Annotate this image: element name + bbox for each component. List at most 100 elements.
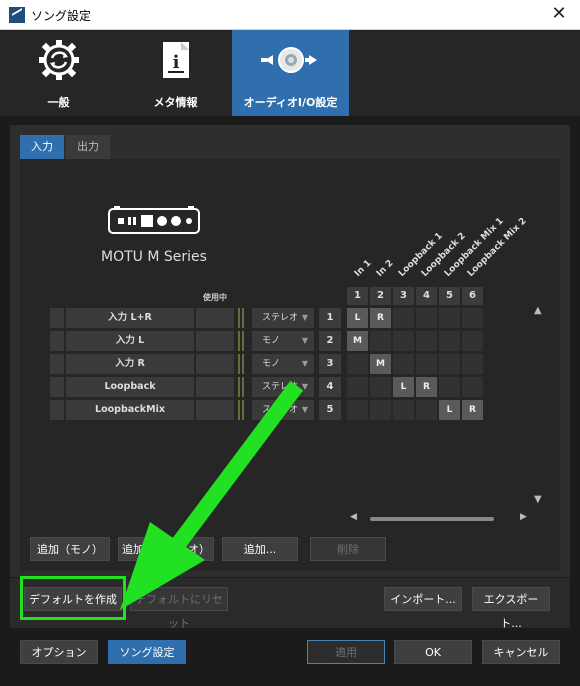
row-handle[interactable] [50, 308, 64, 328]
matrix-cell[interactable]: L [393, 377, 414, 397]
matrix-cell[interactable] [439, 331, 460, 351]
matrix-cell[interactable]: R [462, 400, 483, 420]
dialog-footer: オプション ソング設定 適用 OK キャンセル [0, 628, 580, 686]
matrix-cell[interactable] [416, 400, 437, 420]
tab-input[interactable]: 入力 [20, 135, 64, 159]
matrix-cell[interactable] [393, 308, 414, 328]
ok-button[interactable]: OK [394, 640, 472, 664]
column-number: 4 [416, 287, 437, 305]
row-meter [238, 400, 244, 420]
matrix-cell[interactable] [347, 354, 368, 374]
matrix-cell[interactable] [393, 331, 414, 351]
matrix-cell[interactable]: R [370, 308, 391, 328]
row-handle[interactable] [50, 331, 64, 351]
export-button[interactable]: エクスポート... [472, 587, 550, 630]
song-settings-button[interactable]: ソング設定 [108, 640, 186, 664]
row-in-use [196, 331, 234, 351]
row-meter [238, 331, 244, 351]
cancel-button[interactable]: キャンセル [482, 640, 560, 664]
row-in-use [196, 354, 234, 374]
row-handle[interactable] [50, 400, 64, 420]
row-number: 1 [319, 308, 341, 328]
matrix-cell[interactable] [439, 308, 460, 328]
matrix-cell[interactable]: M [347, 331, 368, 351]
io-matrix-area: MOTU M Series In 1 In 2 Loopback 1 Loopb… [20, 159, 560, 571]
category-general[interactable]: 一般 [0, 30, 117, 116]
row-handle[interactable] [50, 354, 64, 374]
category-meta[interactable]: i メタ情報 [117, 30, 234, 116]
matrix-cell[interactable] [462, 377, 483, 397]
category-label: 一般 [47, 96, 70, 109]
audio-io-icon [260, 47, 317, 73]
highlight-box [20, 576, 126, 620]
device-name: MOTU M Series [101, 249, 207, 265]
chevron-down-icon: ▼ [301, 313, 308, 322]
matrix-cell[interactable] [439, 377, 460, 397]
scroll-left-icon[interactable]: ◀ [350, 512, 357, 522]
scroll-up-icon[interactable]: ▲ [534, 305, 542, 316]
matrix-cell[interactable]: R [416, 377, 437, 397]
row-name[interactable]: Loopback [66, 377, 194, 397]
channel-mode-value: ステレオ [262, 405, 299, 415]
row-meter [238, 308, 244, 328]
add-mono-button[interactable]: 追加（モノ） [30, 537, 110, 561]
category-label: メタ情報 [153, 96, 198, 109]
apply-button[interactable]: 適用 [307, 640, 385, 664]
song-settings-window: ソング設定 ✕ 一般 i メタ情報 オーディオI/O設定 入力 出力 MOTU … [0, 0, 580, 686]
matrix-cell[interactable]: L [439, 400, 460, 420]
channel-mode-value: ステレオ [262, 382, 299, 392]
audio-interface-icon [108, 206, 200, 234]
matrix-cell[interactable]: L [347, 308, 368, 328]
matrix-cell[interactable] [439, 354, 460, 374]
category-audio-io[interactable]: オーディオI/O設定 [232, 30, 349, 116]
row-meter [238, 354, 244, 374]
row-name[interactable]: LoopbackMix [66, 400, 194, 420]
document-info-icon: i [162, 42, 189, 78]
matrix-cell[interactable] [416, 354, 437, 374]
row-name[interactable]: 入力 R [66, 354, 194, 374]
channel-mode-select[interactable]: ステレオ ▼ [252, 400, 314, 420]
options-button[interactable]: オプション [20, 640, 98, 664]
row-number: 4 [319, 377, 341, 397]
column-number: 1 [347, 287, 368, 305]
matrix-cell[interactable]: M [370, 354, 391, 374]
scroll-down-icon[interactable]: ▼ [534, 494, 542, 505]
row-meter [238, 377, 244, 397]
matrix-cell[interactable] [347, 377, 368, 397]
matrix-cell[interactable] [370, 400, 391, 420]
channel-mode-value: ステレオ [262, 313, 299, 323]
row-handle[interactable] [50, 377, 64, 397]
settings-panel: 入力 出力 MOTU M Series In 1 In 2 Loopback 1 [10, 125, 570, 630]
channel-mode-select[interactable]: ステレオ ▼ [252, 308, 314, 328]
add-button[interactable]: 追加... [222, 537, 298, 561]
row-name[interactable]: 入力 L+R [66, 308, 194, 328]
channel-mode-select[interactable]: モノ ▼ [252, 331, 314, 351]
gear-refresh-icon [38, 40, 79, 80]
matrix-cell[interactable] [416, 331, 437, 351]
matrix-cell[interactable] [347, 400, 368, 420]
row-in-use [196, 308, 234, 328]
tab-output[interactable]: 出力 [66, 135, 110, 159]
row-name[interactable]: 入力 L [66, 331, 194, 351]
reset-default-button[interactable]: デフォルトにリセット [130, 587, 228, 630]
horizontal-scrollbar[interactable] [370, 517, 494, 521]
matrix-cell[interactable] [370, 331, 391, 351]
matrix-cell[interactable] [462, 331, 483, 351]
matrix-cell[interactable] [462, 354, 483, 374]
matrix-cell[interactable] [393, 354, 414, 374]
scroll-right-icon[interactable]: ▶ [520, 512, 527, 522]
column-number: 3 [393, 287, 414, 305]
matrix-cell[interactable] [462, 308, 483, 328]
chevron-down-icon: ▼ [301, 359, 308, 368]
matrix-cell[interactable] [393, 400, 414, 420]
column-number: 5 [439, 287, 460, 305]
channel-mode-select[interactable]: ステレオ ▼ [252, 377, 314, 397]
matrix-cell[interactable] [416, 308, 437, 328]
matrix-cell[interactable] [370, 377, 391, 397]
delete-button[interactable]: 削除 [310, 537, 386, 561]
import-button[interactable]: インポート... [384, 587, 462, 611]
close-button[interactable]: ✕ [546, 3, 572, 27]
chevron-down-icon: ▼ [301, 405, 308, 414]
channel-mode-select[interactable]: モノ ▼ [252, 354, 314, 374]
add-stereo-button[interactable]: 追加（ステレオ） [118, 537, 214, 561]
